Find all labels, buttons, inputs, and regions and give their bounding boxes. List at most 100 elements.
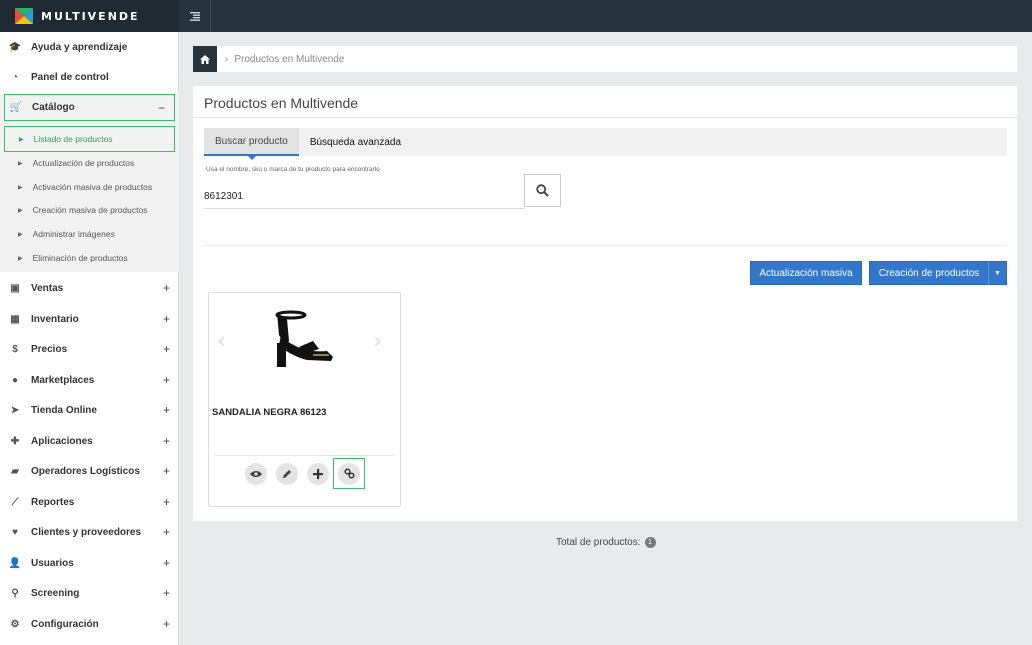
submenu-item-actualizacion[interactable]: ▶ Actualización de productos: [0, 151, 179, 175]
caret-right-icon: ▶: [18, 184, 23, 191]
product-name[interactable]: SANDALIA NEGRA 86123: [212, 407, 326, 418]
search-hint: Usa el nombre, sku o marca de tu product…: [206, 166, 380, 173]
sidebar-item-inventario[interactable]: ▦ Inventario +: [0, 304, 179, 334]
submenu-item-label: Eliminación de productos: [32, 253, 128, 263]
add-variant-button[interactable]: [307, 463, 329, 485]
sidebar-item-precios[interactable]: $ Precios +: [0, 334, 179, 364]
sidebar: 🎓 Ayuda y aprendizaje ◔ Panel de control…: [0, 32, 179, 645]
caret-right-icon: ▶: [18, 255, 23, 262]
caret-right-icon: ▶: [18, 231, 23, 238]
sidebar-item-label: Configuración: [31, 618, 99, 630]
sidebar-item-label: Inventario: [31, 313, 79, 325]
create-products-dropdown-button[interactable]: ▼: [988, 261, 1007, 285]
expand-icon: +: [162, 556, 170, 570]
tab-buscar-producto[interactable]: Buscar producto: [204, 128, 299, 160]
brand-logo-area[interactable]: MULTIVENDE: [0, 0, 179, 32]
eye-icon: [250, 471, 262, 477]
search-icon: ⚲: [11, 587, 19, 599]
submenu-item-label: Listado de productos: [33, 134, 113, 144]
sidebar-item-panel[interactable]: ◔ Panel de control: [0, 62, 179, 92]
carousel-next-icon[interactable]: ›: [373, 329, 382, 354]
mass-update-button[interactable]: Actualización masiva: [750, 261, 862, 285]
sidebar-item-label: Ayuda y aprendizaje: [31, 41, 128, 53]
sidebar-item-catalogo[interactable]: 🛒 Catálogo −: [4, 94, 175, 121]
sidebar-item-ventas[interactable]: ▣ Ventas +: [0, 273, 179, 303]
brand-name: MULTIVENDE: [41, 9, 140, 23]
cart-icon: 🛒: [9, 102, 23, 113]
sidebar-item-label: Reportes: [31, 496, 75, 508]
dashboard-icon: ◔: [11, 71, 19, 83]
product-card: ‹ › SANDALIA NEGRA 86123: [208, 292, 401, 507]
plus-icon: [313, 469, 323, 479]
main-panel: Productos en Multivende Buscar producto …: [193, 86, 1017, 521]
caret-right-icon: ▶: [18, 160, 23, 167]
view-product-button[interactable]: [245, 463, 267, 485]
submenu-item-listado[interactable]: ▶ Listado de productos: [4, 126, 175, 152]
cubes-icon: ▦: [10, 313, 20, 325]
caret-right-icon: ▶: [18, 207, 23, 214]
sidebar-item-label: Aplicaciones: [31, 435, 93, 447]
expand-icon: +: [162, 617, 170, 631]
sidebar-item-screening[interactable]: ⚲ Screening +: [0, 578, 179, 608]
expand-icon: +: [162, 525, 170, 539]
sidebar-item-label: Ventas: [31, 282, 64, 294]
expand-icon: +: [162, 342, 170, 356]
divider: [204, 245, 1006, 246]
heart-icon: ♥: [12, 526, 18, 538]
caret-right-icon: ▶: [19, 136, 24, 143]
gear-icon: ⚙: [10, 618, 20, 630]
link-icon: [343, 468, 355, 479]
product-actions: [245, 458, 365, 489]
search-button[interactable]: [524, 174, 561, 207]
sidebar-item-tienda[interactable]: ➤ Tienda Online +: [0, 395, 179, 425]
submenu-item-label: Administrar imágenes: [32, 229, 115, 239]
divider: [193, 117, 1017, 118]
multivende-logo-icon: [15, 8, 33, 24]
dollar-icon: $: [12, 343, 18, 355]
money-icon: ▣: [10, 282, 20, 294]
sidebar-item-clientes[interactable]: ♥ Clientes y proveedores +: [0, 517, 179, 547]
top-navbar: [179, 0, 1032, 32]
submenu-item-eliminacion[interactable]: ▶ Eliminación de productos: [0, 246, 179, 270]
sidebar-item-label: Usuarios: [31, 557, 74, 569]
sidebar-item-reportes[interactable]: ⟋ Reportes +: [0, 487, 179, 517]
sidebar-toggle-button[interactable]: [179, 0, 211, 32]
edit-product-button[interactable]: [276, 463, 298, 485]
puzzle-icon: ✚: [10, 435, 20, 447]
expand-icon: +: [162, 495, 170, 509]
submenu-item-imagenes[interactable]: ▶ Administrar imágenes: [0, 222, 179, 246]
products-total: Total de productos: 1: [556, 537, 656, 548]
sidebar-item-aplicaciones[interactable]: ✚ Aplicaciones +: [0, 426, 179, 456]
sidebar-item-configuracion[interactable]: ⚙ Configuración +: [0, 609, 179, 639]
tab-busqueda-avanzada[interactable]: Búsqueda avanzada: [299, 128, 412, 156]
sidebar-item-label: Operadores Logísticos: [31, 465, 140, 477]
total-label: Total de productos:: [556, 537, 641, 548]
search-input[interactable]: [204, 185, 525, 209]
submenu-item-activacion[interactable]: ▶ Activación masiva de productos: [0, 175, 179, 199]
submenu-item-creacion[interactable]: ▶ Creación masiva de productos: [0, 198, 179, 222]
home-button[interactable]: [193, 46, 217, 72]
expand-icon: +: [162, 464, 170, 478]
expand-icon: +: [162, 586, 170, 600]
collapse-icon: −: [157, 100, 165, 115]
divider: [215, 455, 394, 456]
breadcrumb-current: Productos en Multivende: [234, 53, 345, 65]
breadcrumb: › Productos en Multivende: [193, 46, 1017, 72]
carousel-prev-icon[interactable]: ‹: [217, 329, 226, 354]
create-products-button[interactable]: Creación de productos: [869, 261, 989, 285]
sidebar-item-label: Catálogo: [32, 102, 75, 113]
link-product-button[interactable]: [338, 462, 360, 485]
search-tabs: Buscar producto Búsqueda avanzada: [204, 128, 1007, 160]
sidebar-item-ayuda[interactable]: 🎓 Ayuda y aprendizaje: [0, 32, 179, 62]
sidebar-item-operadores[interactable]: ▰ Operadores Logísticos +: [0, 456, 179, 486]
submenu-item-label: Actualización de productos: [32, 158, 135, 168]
sidebar-item-usuarios[interactable]: 👤 Usuarios +: [0, 548, 179, 578]
page-title: Productos en Multivende: [204, 95, 359, 111]
product-image: [275, 310, 333, 367]
expand-icon: +: [162, 281, 170, 295]
sidebar-item-marketplaces[interactable]: ● Marketplaces +: [0, 365, 179, 395]
expand-icon: +: [162, 434, 170, 448]
sidebar-item-label: Panel de control: [31, 71, 109, 83]
sidebar-item-label: Clientes y proveedores: [31, 526, 142, 538]
pointer-icon: ➤: [10, 404, 20, 416]
